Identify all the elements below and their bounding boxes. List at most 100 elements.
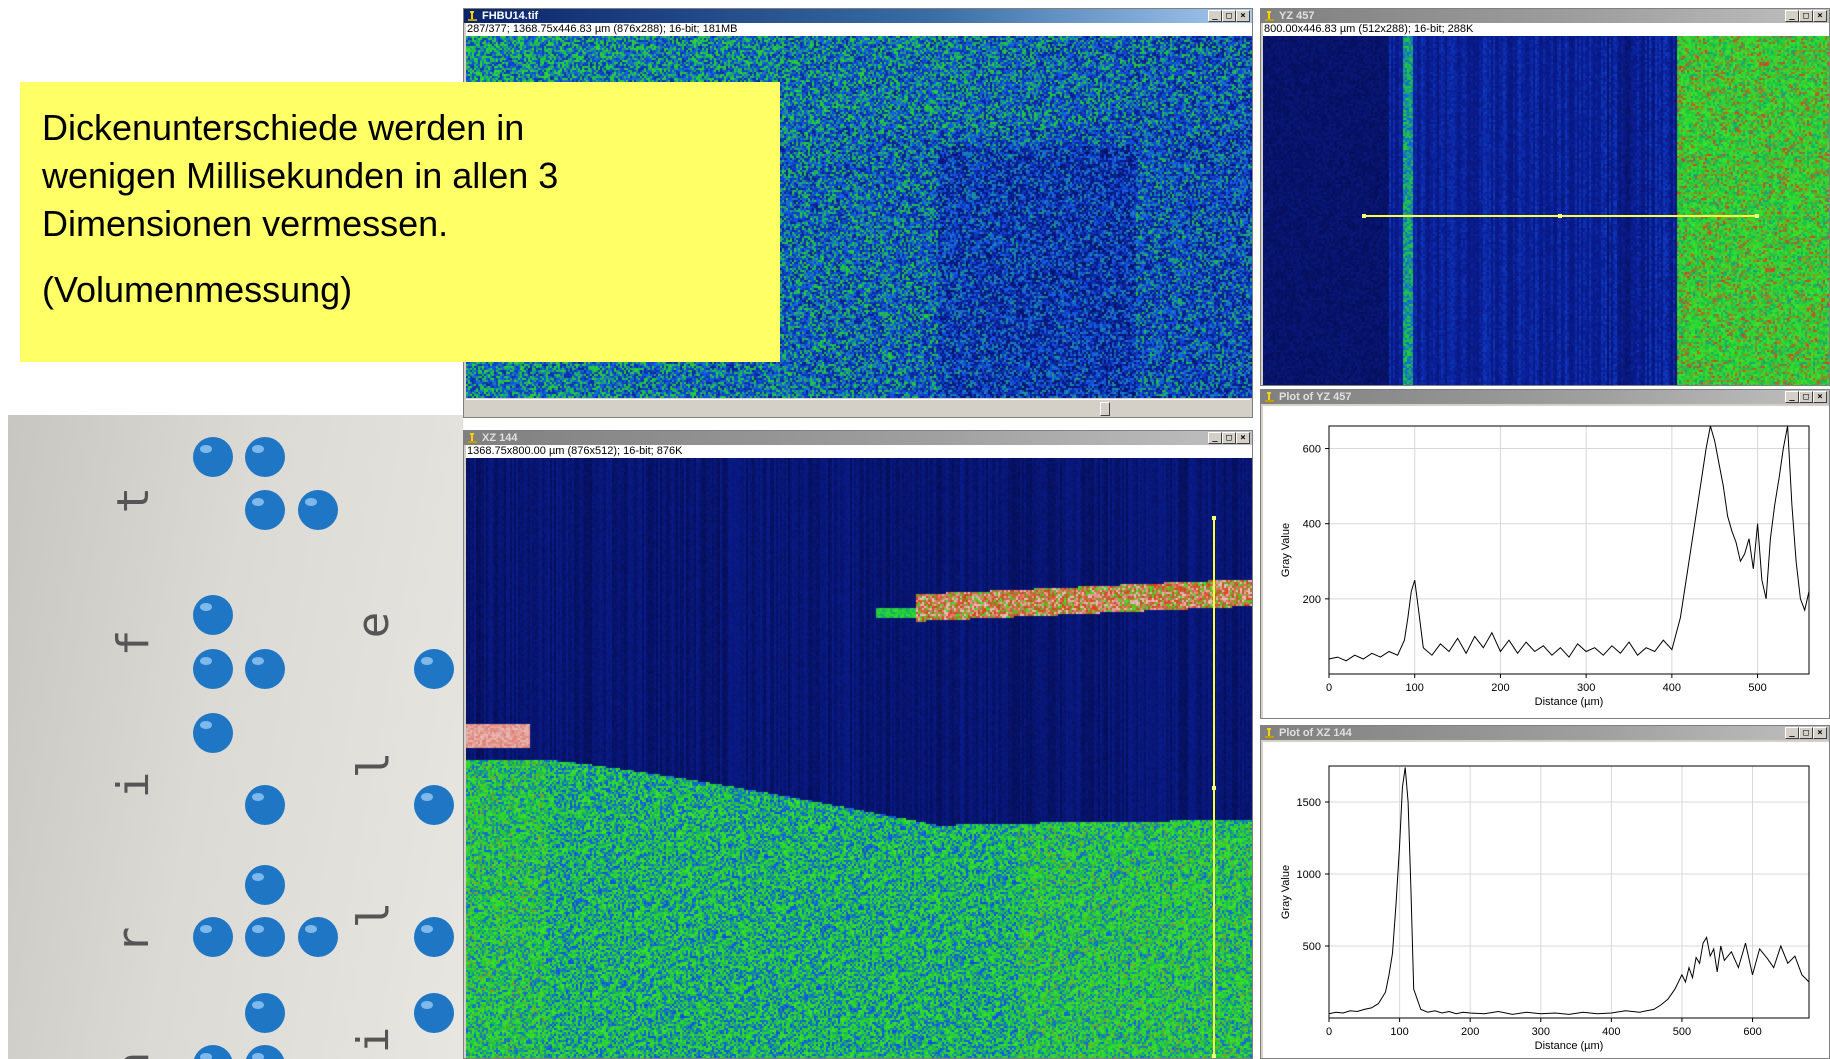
braille-dot — [245, 649, 285, 689]
braille-dot — [414, 917, 454, 957]
braille-dot-highlight — [200, 925, 212, 933]
titlebar-plot-yz[interactable]: Plot of YZ 457 _ □ × — [1261, 390, 1829, 404]
braille-dot — [414, 993, 454, 1033]
titlebar-yz[interactable]: YZ 457 _ □ × — [1261, 9, 1829, 23]
minimize-button[interactable]: _ — [1208, 432, 1222, 444]
x-tick-label: 100 — [1390, 1026, 1408, 1038]
x-tick-label: 300 — [1532, 1026, 1550, 1038]
minimize-button[interactable]: _ — [1785, 391, 1799, 403]
braille-dot — [245, 993, 285, 1033]
close-button[interactable]: × — [1813, 727, 1827, 739]
profile-plot-xz[interactable]: 0 100 200 300 400 500 600 500 1000 1500 Distance (… — [1263, 742, 1829, 1058]
braille-dot — [245, 1045, 285, 1059]
braille-dot-highlight — [252, 873, 264, 881]
braille-letter: h — [108, 1052, 159, 1059]
braille-letter: f — [108, 630, 159, 657]
braille-dot — [298, 917, 338, 957]
braille-dot-highlight — [252, 925, 264, 933]
braille-dot — [245, 917, 285, 957]
plot-area: 0 100 200 300 400 500 200 400 600 Distance (µm) Gr… — [1263, 406, 1829, 718]
braille-dot-highlight — [305, 925, 317, 933]
window-plot-xz[interactable]: Plot of XZ 144 _ □ × 0 100 200 300 400 500 600… — [1260, 725, 1830, 1059]
y-tick-label: 1500 — [1297, 797, 1321, 809]
maximize-button[interactable]: □ — [1222, 10, 1236, 22]
titlebar-main[interactable]: FHBU14.tif _ □ × — [464, 9, 1252, 23]
minimize-button[interactable]: _ — [1785, 727, 1799, 739]
braille-dot-highlight — [200, 603, 212, 611]
maximize-button[interactable]: □ — [1222, 432, 1236, 444]
maximize-button[interactable]: □ — [1799, 10, 1813, 22]
close-button[interactable]: × — [1236, 432, 1250, 444]
braille-dot — [245, 785, 285, 825]
braille-photo: t f i r h e l l i — [8, 415, 463, 1059]
annotation-note: (Volumenmessung) — [42, 269, 353, 310]
x-tick-label: 100 — [1406, 682, 1424, 694]
braille-dot-highlight — [421, 657, 433, 665]
y-tick-label: 1000 — [1297, 869, 1321, 881]
braille-letter: i — [108, 772, 159, 799]
braille-dot — [193, 713, 233, 753]
imagej-microscope-icon — [468, 433, 477, 443]
braille-dot — [193, 917, 233, 957]
braille-dot — [193, 1045, 233, 1059]
window-xz-slice[interactable]: XZ 144 _ □ × 1368.75x800.00 µm (876x512)… — [463, 430, 1253, 1059]
window-plot-yz[interactable]: Plot of YZ 457 _ □ × 0 100 200 300 400 500 200… — [1260, 389, 1830, 719]
braille-letter: i — [348, 1027, 399, 1054]
annotation-box: Dickenunterschiede werden in wenigen Mil… — [20, 82, 780, 362]
braille-dots — [193, 437, 454, 1059]
braille-letter: r — [108, 927, 159, 954]
maximize-button[interactable]: □ — [1799, 727, 1813, 739]
braille-dot-highlight — [252, 1001, 264, 1009]
close-button[interactable]: × — [1813, 391, 1827, 403]
braille-dot — [245, 490, 285, 530]
profile-line-overlay[interactable] — [466, 458, 1252, 1059]
braille-photo-svg: t f i r h e l l i — [108, 437, 454, 1059]
y-tick-label: 500 — [1303, 941, 1321, 953]
close-button[interactable]: × — [1813, 10, 1827, 22]
braille-dot-highlight — [421, 793, 433, 801]
braille-dot — [193, 437, 233, 477]
line-handle[interactable] — [1362, 214, 1366, 218]
x-tick-label: 300 — [1577, 682, 1595, 694]
braille-dot-highlight — [305, 498, 317, 506]
braille-dot-highlight — [200, 657, 212, 665]
braille-dot-highlight — [252, 657, 264, 665]
maximize-button[interactable]: □ — [1799, 391, 1813, 403]
close-button[interactable]: × — [1236, 10, 1250, 22]
profile-plot-yz[interactable]: 0 100 200 300 400 500 200 400 600 Distance (µm) Gr… — [1263, 406, 1829, 718]
y-tick-label: 600 — [1303, 444, 1321, 456]
stack-slider[interactable] — [466, 399, 1250, 417]
annotation-line: wenigen Millisekunden in allen 3 — [42, 155, 559, 196]
braille-dot — [245, 865, 285, 905]
y-tick-label: 400 — [1303, 519, 1321, 531]
window-yz-slice[interactable]: YZ 457 _ □ × 800.00x446.83 µm (512x288);… — [1260, 8, 1830, 386]
titlebar-plot-xz[interactable]: Plot of XZ 144 _ □ × — [1261, 726, 1829, 740]
line-handle[interactable] — [1755, 214, 1759, 218]
x-tick-label: 200 — [1461, 1026, 1479, 1038]
x-axis-label: Distance (µm) — [1535, 1040, 1604, 1052]
slider-thumb[interactable] — [1100, 402, 1110, 416]
x-tick-label: 600 — [1743, 1026, 1761, 1038]
braille-dot-highlight — [421, 925, 433, 933]
profile-line-overlay[interactable] — [1263, 36, 1829, 385]
line-handle[interactable] — [1212, 786, 1216, 790]
braille-letter: l — [348, 752, 399, 779]
braille-letter: l — [348, 902, 399, 929]
line-handle[interactable] — [1212, 1054, 1216, 1058]
braille-dot-highlight — [200, 445, 212, 453]
braille-dot-highlight — [252, 445, 264, 453]
braille-dot-highlight — [200, 721, 212, 729]
line-handle[interactable] — [1212, 516, 1216, 520]
titlebar-xz[interactable]: XZ 144 _ □ × — [464, 431, 1252, 445]
imagej-microscope-icon — [468, 11, 477, 21]
minimize-button[interactable]: _ — [1208, 10, 1222, 22]
minimize-button[interactable]: _ — [1785, 10, 1799, 22]
plot-area: 0 100 200 300 400 500 600 500 1000 1500 Distance (… — [1263, 742, 1829, 1058]
braille-dot — [414, 785, 454, 825]
window-title: Plot of YZ 457 — [1279, 391, 1352, 403]
x-tick-label: 400 — [1602, 1026, 1620, 1038]
window-title: FHBU14.tif — [482, 10, 539, 22]
line-handle[interactable] — [1558, 214, 1562, 218]
series-line — [1328, 767, 1810, 1015]
series-line — [1328, 425, 1810, 662]
